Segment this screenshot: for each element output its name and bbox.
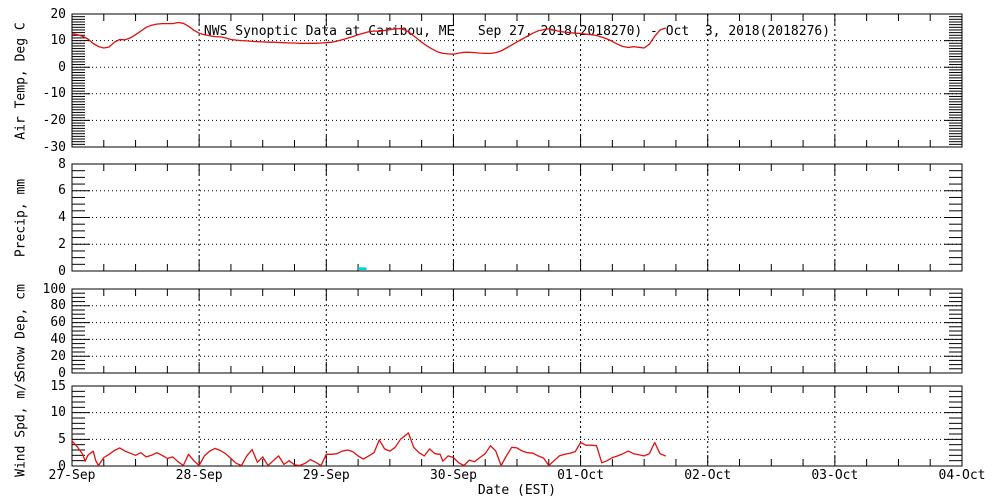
x-tick-label: 30-Sep (429, 468, 477, 483)
x-tick-label: 02-Oct (684, 468, 732, 483)
x-tick-label: 27-Sep (48, 468, 96, 483)
x-tick-label: 04-Oct (938, 468, 986, 483)
y-tick-label: -30 (42, 139, 66, 155)
x-axis-title: Date (EST) (477, 483, 557, 498)
wind-speed-line (71, 432, 666, 467)
precip-bar (358, 267, 367, 270)
y-axis-title-1: Precip, mm (13, 178, 29, 257)
plot-title: NWS Synoptic Data at Caribou, ME Sep 27,… (203, 24, 831, 39)
plot-svg (71, 13, 963, 467)
y-axis-title-0: Air Temp, Deg C (13, 21, 29, 140)
y-tick-label: 0 (58, 263, 66, 279)
x-tick-label: 28-Sep (175, 468, 223, 483)
synoptic-plot-figure: NWS Synoptic Data at Caribou, ME Sep 27,… (0, 0, 1000, 500)
y-axis-title-3: Wind Spd, m/s (13, 375, 29, 477)
x-tick-label: 01-Oct (557, 468, 605, 483)
x-tick-label: 29-Sep (302, 468, 350, 483)
y-axis-title-2: Snow Dep, cm (13, 284, 29, 378)
x-tick-label: 03-Oct (811, 468, 859, 483)
y-tick-label: 8 (58, 156, 66, 172)
y-tick-label: 20 (50, 6, 66, 22)
